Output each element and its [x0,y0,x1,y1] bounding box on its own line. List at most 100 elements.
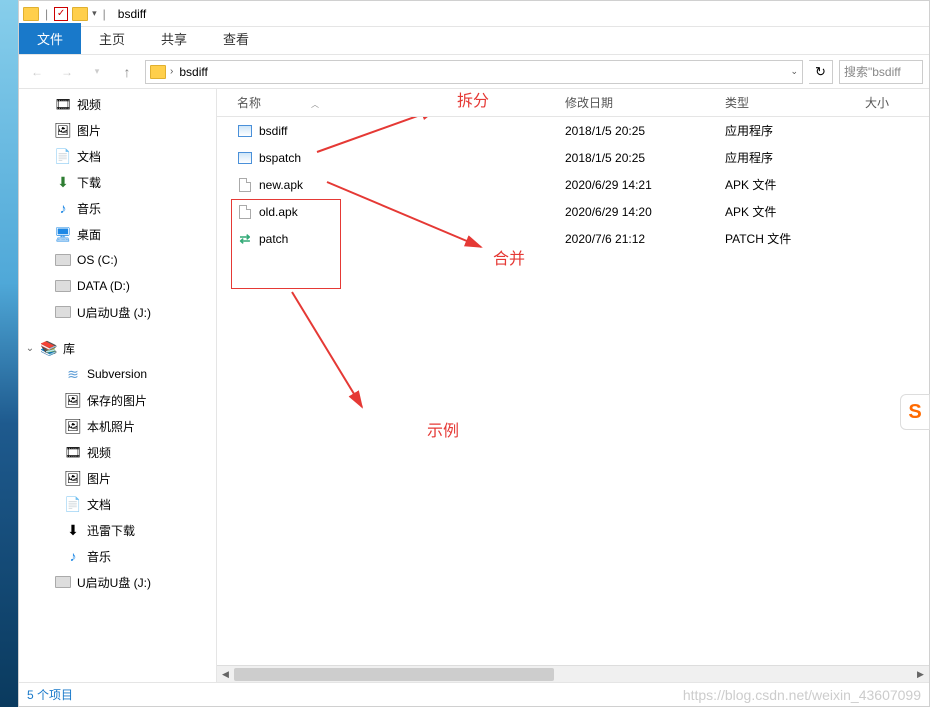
tree-item-lib-pictures[interactable]: 🖼图片 [19,465,216,491]
file-date: 2020/6/29 14:20 [557,205,717,219]
explorer-window: | ✓ ▾ | bsdiff 文件 主页 共享 查看 ← → ▾ ↑ › bsd… [18,0,930,707]
titlebar-separator: | [103,7,106,21]
scroll-right-icon[interactable]: ▶ [912,666,929,682]
sort-indicator-icon: ︿ [311,100,319,109]
scroll-left-icon[interactable]: ◀ [217,666,234,682]
picture-icon: 🖼 [65,418,81,434]
tree-item-libraries[interactable]: ⌄📚库 [19,335,216,361]
tree-item-subversion[interactable]: ≋Subversion [19,361,216,387]
usb-drive-icon [55,574,71,590]
file-date: 2020/6/29 14:21 [557,178,717,192]
tree-item-pictures[interactable]: 🖼图片 [19,117,216,143]
file-date: 2020/7/6 21:12 [557,232,717,246]
tree-item-desktop[interactable]: 🖥桌面 [19,221,216,247]
address-bar[interactable]: › bsdiff ⌄ [145,60,803,84]
file-icon [237,177,253,193]
music-icon: ♪ [65,548,81,564]
tree-item-drive-d[interactable]: DATA (D:) [19,273,216,299]
file-date: 2018/1/5 20:25 [557,151,717,165]
sogou-icon: S [908,401,921,424]
tree-item-downloads[interactable]: ⬇下载 [19,169,216,195]
document-icon: 📄 [65,496,81,512]
picture-icon: 🖼 [65,392,81,408]
file-row[interactable]: bspatch 2018/1/5 20:25 应用程序 [217,144,929,171]
nav-forward-button[interactable]: → [55,60,79,84]
file-row[interactable]: new.apk 2020/6/29 14:21 APK 文件 [217,171,929,198]
tree-item-drive-c[interactable]: OS (C:) [19,247,216,273]
titlebar-dropdown-icon[interactable]: ▾ [92,8,97,19]
tree-item-camera-roll[interactable]: 🖼本机照片 [19,413,216,439]
file-type: 应用程序 [717,149,837,166]
chevron-right-icon[interactable]: › [170,66,173,77]
file-type: PATCH 文件 [717,230,837,247]
nav-recent-dropdown[interactable]: ▾ [85,60,109,84]
watermark-text: https://blog.csdn.net/weixin_43607099 [683,687,921,703]
file-list-pane: 名称︿ 修改日期 类型 大小 bsdiff 2018/1/5 20:25 应用程… [217,89,929,682]
tree-item-drive-j[interactable]: U启动U盘 (J:) [19,299,216,325]
file-list[interactable]: bsdiff 2018/1/5 20:25 应用程序 bspatch 2018/… [217,117,929,665]
search-placeholder: 搜索"bsdiff [844,63,901,80]
column-header-size[interactable]: 大小 [837,94,897,111]
picture-icon: 🖼 [65,470,81,486]
tree-item-lib-documents[interactable]: 📄文档 [19,491,216,517]
file-name: patch [259,232,288,246]
file-row[interactable]: ⇄ patch 2020/7/6 21:12 PATCH 文件 [217,225,929,252]
navigation-pane[interactable]: 🎞视频 🖼图片 📄文档 ⬇下载 ♪音乐 🖥桌面 OS (C:) DATA (D:… [19,89,217,682]
check-icon[interactable]: ✓ [54,7,68,21]
sogou-ime-widget[interactable]: S [900,394,930,430]
collapse-icon[interactable]: ⌄ [25,343,35,354]
file-type: APK 文件 [717,203,837,220]
nav-up-button[interactable]: ↑ [115,60,139,84]
tab-file[interactable]: 文件 [19,23,81,54]
file-row[interactable]: bsdiff 2018/1/5 20:25 应用程序 [217,117,929,144]
column-header-date[interactable]: 修改日期 [557,94,717,111]
file-name: bsdiff [259,124,287,138]
folder-icon [72,7,88,21]
drive-icon [55,278,71,294]
tree-item-saved-pictures[interactable]: 🖼保存的图片 [19,387,216,413]
tab-home[interactable]: 主页 [81,23,143,54]
column-header-type[interactable]: 类型 [717,94,837,111]
folder-icon [23,7,39,21]
tree-item-xunlei[interactable]: ⬇迅雷下载 [19,517,216,543]
column-headers: 名称︿ 修改日期 类型 大小 [217,89,929,117]
file-icon [237,204,253,220]
breadcrumb-segment[interactable]: bsdiff [177,65,209,79]
status-item-count: 5 个项目 [27,686,73,703]
picture-icon: 🖼 [55,122,71,138]
tree-item-lib-music[interactable]: ♪音乐 [19,543,216,569]
window-title: bsdiff [118,7,146,21]
refresh-button[interactable]: ↻ [809,60,833,84]
exe-icon [237,123,253,139]
tab-view[interactable]: 查看 [205,23,267,54]
search-input[interactable]: 搜索"bsdiff [839,60,923,84]
tree-item-music[interactable]: ♪音乐 [19,195,216,221]
file-type: APK 文件 [717,176,837,193]
file-name: new.apk [259,178,303,192]
file-name: bspatch [259,151,301,165]
tab-share[interactable]: 共享 [143,23,205,54]
svn-icon: ≋ [65,366,81,382]
chevron-down-icon[interactable]: ⌄ [790,66,798,77]
folder-icon [150,65,166,79]
file-name: old.apk [259,205,298,219]
horizontal-scrollbar[interactable]: ◀ ▶ [217,665,929,682]
status-bar: 5 个项目 https://blog.csdn.net/weixin_43607… [19,682,929,706]
column-header-name[interactable]: 名称︿ [217,94,557,111]
scrollbar-thumb[interactable] [234,668,554,681]
nav-back-button[interactable]: ← [25,60,49,84]
music-icon: ♪ [55,200,71,216]
exe-icon [237,150,253,166]
tree-item-drive-j2[interactable]: U启动U盘 (J:) [19,569,216,595]
tree-item-videos[interactable]: 🎞视频 [19,91,216,117]
video-icon: 🎞 [55,96,71,112]
navigation-bar: ← → ▾ ↑ › bsdiff ⌄ ↻ 搜索"bsdiff [19,55,929,89]
patch-icon: ⇄ [237,231,253,247]
tree-item-lib-videos[interactable]: 🎞视频 [19,439,216,465]
file-date: 2018/1/5 20:25 [557,124,717,138]
document-icon: 📄 [55,148,71,164]
drive-icon [55,252,71,268]
tree-item-documents[interactable]: 📄文档 [19,143,216,169]
refresh-icon: ↻ [815,64,826,80]
file-row[interactable]: old.apk 2020/6/29 14:20 APK 文件 [217,198,929,225]
